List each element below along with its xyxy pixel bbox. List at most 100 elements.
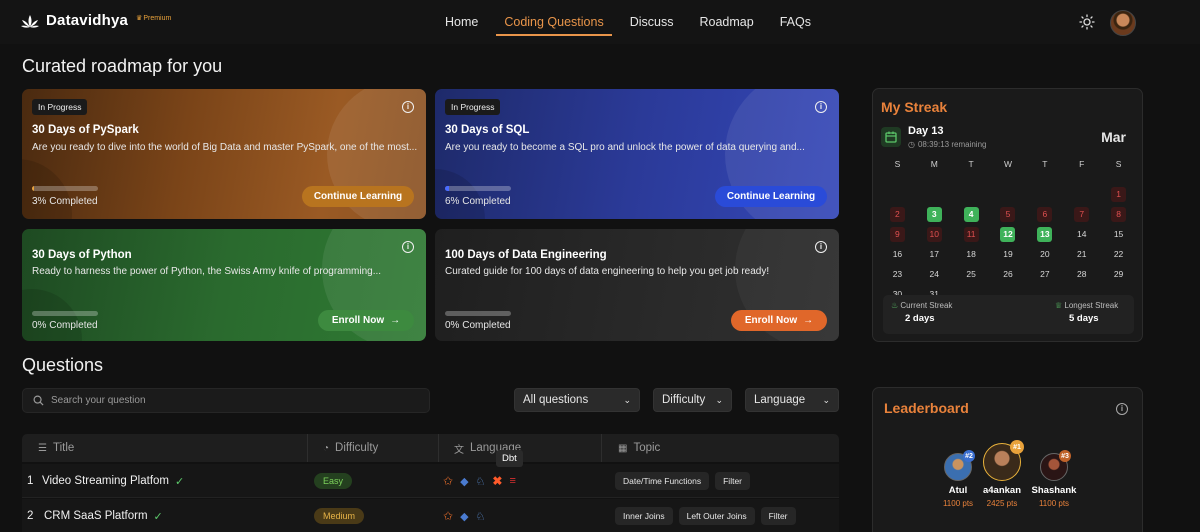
calendar-day-number: 12 bbox=[1000, 226, 1016, 242]
weekday-header: T bbox=[968, 159, 974, 169]
user-name: a4ankan bbox=[982, 485, 1022, 496]
calendar-blank bbox=[1026, 184, 1063, 204]
row-number: 1 bbox=[27, 475, 34, 487]
calendar-day[interactable]: 24 bbox=[916, 264, 953, 284]
calendar-day[interactable]: 20 bbox=[1026, 244, 1063, 264]
calendar-day[interactable]: 9 bbox=[879, 224, 916, 244]
roadmap-card-data-engineering[interactable]: i 100 Days of Data Engineering Curated g… bbox=[435, 229, 839, 341]
calendar-day[interactable]: 6 bbox=[1026, 204, 1063, 224]
question-title[interactable]: CRM SaaS Platform ✓ bbox=[44, 499, 163, 532]
info-icon[interactable]: i bbox=[815, 101, 827, 113]
calendar-day[interactable]: 18 bbox=[953, 244, 990, 264]
info-icon[interactable]: i bbox=[402, 241, 414, 253]
card-title: 100 Days of Data Engineering bbox=[445, 249, 607, 261]
topic-tag[interactable]: Filter bbox=[760, 507, 796, 525]
translate-icon: 文 bbox=[454, 444, 464, 456]
calendar-day[interactable]: 16 bbox=[879, 244, 916, 264]
postgres-icon[interactable]: ♘ bbox=[476, 510, 486, 523]
topic-tag[interactable]: Date/Time Functions bbox=[615, 472, 710, 490]
calendar-day[interactable]: 21 bbox=[1063, 244, 1100, 264]
calendar-day[interactable]: 27 bbox=[1026, 264, 1063, 284]
arrow-right-icon: → bbox=[803, 315, 814, 326]
enroll-now-button[interactable]: Enroll Now → bbox=[731, 310, 827, 331]
calendar-day[interactable]: 5 bbox=[990, 204, 1027, 224]
table-row[interactable]: 2 CRM SaaS Platform ✓ Medium ✩ ◆ ♘ Inner … bbox=[22, 499, 839, 532]
spark-icon[interactable]: ✩ bbox=[443, 509, 453, 523]
calendar-day[interactable]: 1 bbox=[1100, 184, 1137, 204]
calendar-day[interactable]: 12 bbox=[990, 224, 1027, 244]
leaderboard-user[interactable]: #3 Shashank 1100 pts bbox=[1029, 450, 1079, 508]
spark-icon[interactable]: ✩ bbox=[443, 474, 453, 488]
calendar-day[interactable]: 14 bbox=[1063, 224, 1100, 244]
logo[interactable]: Datavidhya ♛ Premium bbox=[20, 12, 171, 32]
difficulty-select[interactable]: Difficulty ⌄ bbox=[653, 388, 732, 412]
calendar-day[interactable]: 28 bbox=[1063, 264, 1100, 284]
sun-icon[interactable] bbox=[1079, 14, 1095, 30]
leaderboard-user[interactable]: #1 a4ankan 2425 pts bbox=[977, 440, 1027, 508]
calendar-day[interactable]: 3 bbox=[916, 204, 953, 224]
dbt-icon[interactable]: ✖ bbox=[492, 474, 502, 488]
info-icon[interactable]: i bbox=[402, 101, 414, 113]
roadmap-card-pyspark[interactable]: In Progress i 30 Days of PySpark Are you… bbox=[22, 89, 426, 219]
python-icon[interactable]: ◆ bbox=[460, 510, 468, 523]
calendar-day-number: 29 bbox=[1113, 269, 1124, 279]
roadmap-card-sql[interactable]: In Progress i 30 Days of SQL Are you rea… bbox=[435, 89, 839, 219]
calendar-day[interactable]: 7 bbox=[1063, 204, 1100, 224]
calendar-month: Mar bbox=[1101, 129, 1126, 145]
roadmap-card-python[interactable]: i 30 Days of Python Ready to harness the… bbox=[22, 229, 426, 341]
enroll-now-button[interactable]: Enroll Now → bbox=[318, 310, 414, 331]
database-icon[interactable]: ≡ bbox=[509, 475, 515, 487]
calendar-day[interactable]: 13 bbox=[1026, 224, 1063, 244]
language-select[interactable]: Language ⌄ bbox=[745, 388, 839, 412]
leaderboard-title: Leaderboard bbox=[884, 400, 969, 416]
calendar-day[interactable]: 15 bbox=[1100, 224, 1137, 244]
user-points: 1100 pts bbox=[942, 499, 974, 508]
status-badge: In Progress bbox=[32, 99, 88, 115]
nav-discuss[interactable]: Discuss bbox=[630, 15, 674, 36]
calendar-day[interactable]: 4 bbox=[953, 204, 990, 224]
card-title: 30 Days of SQL bbox=[445, 124, 530, 136]
nav-home[interactable]: Home bbox=[445, 15, 478, 36]
postgres-icon[interactable]: ♘ bbox=[476, 475, 486, 488]
search-input[interactable] bbox=[51, 395, 411, 406]
all-questions-select[interactable]: All questions ⌄ bbox=[514, 388, 640, 412]
calendar-day[interactable]: 17 bbox=[916, 244, 953, 264]
calendar-day[interactable]: 11 bbox=[953, 224, 990, 244]
calendar-day[interactable]: 26 bbox=[990, 264, 1027, 284]
nav-roadmap[interactable]: Roadmap bbox=[699, 15, 753, 36]
calendar-day-number: 6 bbox=[1037, 206, 1053, 222]
table-row[interactable]: 1 Video Streaming Platfom ✓ Easy ✩ ◆ ♘ ✖ … bbox=[22, 464, 839, 498]
calendar-day[interactable]: 19 bbox=[990, 244, 1027, 264]
calendar-day[interactable]: 2 bbox=[879, 204, 916, 224]
top-nav: Datavidhya ♛ Premium Home Coding Question… bbox=[0, 0, 1200, 44]
current-streak-label: ♨ Current Streak bbox=[891, 301, 952, 310]
calendar-blank bbox=[990, 184, 1027, 204]
topic-tag[interactable]: Left Outer Joins bbox=[678, 507, 755, 525]
continue-learning-button[interactable]: Continue Learning bbox=[302, 186, 414, 207]
streak-day: Day 13 bbox=[908, 125, 944, 137]
weekday-header: F bbox=[1079, 159, 1085, 169]
calendar-day[interactable]: 22 bbox=[1100, 244, 1137, 264]
topics-cell: Date/Time Functions Filter bbox=[615, 464, 756, 498]
question-title[interactable]: Video Streaming Platfom ✓ bbox=[42, 464, 184, 498]
user-avatar[interactable] bbox=[1110, 10, 1136, 36]
info-icon[interactable]: i bbox=[1116, 403, 1128, 415]
column-topic[interactable]: ▦ Topic bbox=[618, 434, 660, 462]
calendar-day[interactable]: 25 bbox=[953, 264, 990, 284]
calendar-day[interactable]: 29 bbox=[1100, 264, 1137, 284]
calendar-day[interactable]: 23 bbox=[879, 264, 916, 284]
python-icon[interactable]: ◆ bbox=[460, 475, 468, 488]
calendar-day[interactable]: 8 bbox=[1100, 204, 1137, 224]
nav-faqs[interactable]: FAQs bbox=[780, 15, 811, 36]
column-difficulty[interactable]: ◔ Difficulty bbox=[323, 434, 378, 462]
column-title[interactable]: ☰ Title bbox=[38, 434, 74, 462]
streak-panel: My Streak Day 13 ◷ 08:39:13 remaining Mar… bbox=[872, 88, 1143, 342]
info-icon[interactable]: i bbox=[815, 241, 827, 253]
continue-learning-button[interactable]: Continue Learning bbox=[715, 186, 827, 207]
topic-tag[interactable]: Filter bbox=[715, 472, 750, 490]
leaderboard-user[interactable]: #2 Atul 1100 pts bbox=[933, 450, 983, 508]
difficulty-cell: Easy bbox=[314, 464, 353, 498]
topic-tag[interactable]: Inner Joins bbox=[615, 507, 673, 525]
calendar-day[interactable]: 10 bbox=[916, 224, 953, 244]
nav-coding-questions[interactable]: Coding Questions bbox=[496, 15, 612, 36]
